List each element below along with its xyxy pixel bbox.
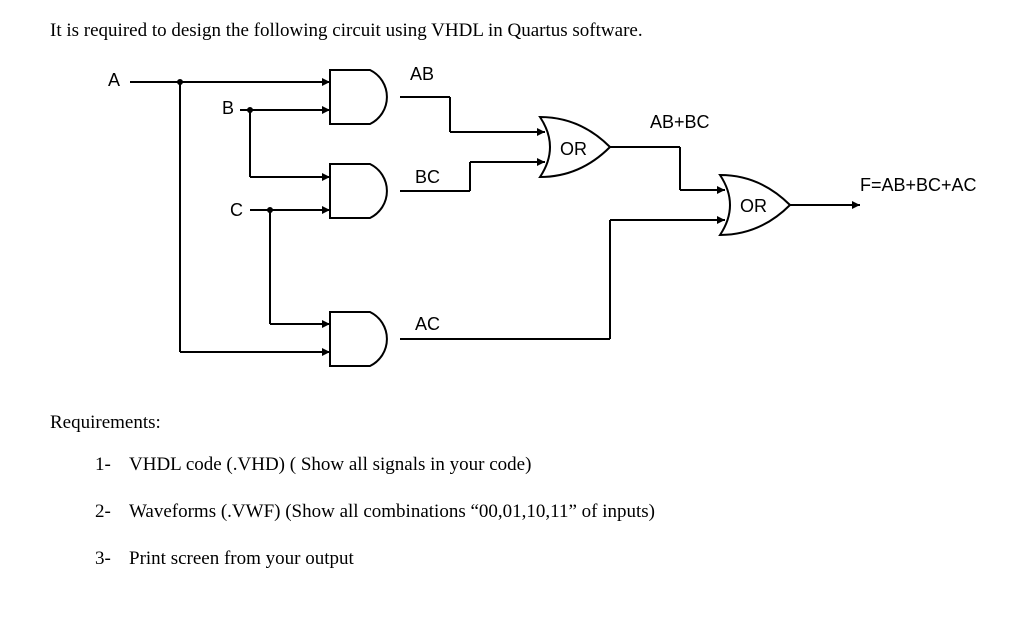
- label-input-a: A: [108, 70, 120, 91]
- req-number: 1-: [95, 454, 119, 476]
- label-input-c: C: [230, 200, 243, 221]
- requirements-list: 1- VHDL code (.VHD) ( Show all signals i…: [50, 454, 974, 570]
- label-signal-ac: AC: [415, 314, 440, 335]
- list-item: 3- Print screen from your output: [95, 548, 974, 570]
- label-signal-bc: BC: [415, 167, 440, 188]
- circuit-svg: [70, 62, 970, 392]
- label-output-f: F=AB+BC+AC: [860, 175, 977, 196]
- req-text: Waveforms (.VWF) (Show all combinations …: [129, 501, 974, 523]
- req-text: Print screen from your output: [129, 548, 974, 570]
- req-number: 2-: [95, 501, 119, 523]
- list-item: 1- VHDL code (.VHD) ( Show all signals i…: [95, 454, 974, 476]
- req-number: 3-: [95, 548, 119, 570]
- intro-text: It is required to design the following c…: [50, 20, 974, 42]
- list-item: 2- Waveforms (.VWF) (Show all combinatio…: [95, 501, 974, 523]
- label-gate-or2: OR: [740, 196, 767, 217]
- req-text: VHDL code (.VHD) ( Show all signals in y…: [129, 454, 974, 476]
- requirements-heading: Requirements:: [50, 412, 974, 434]
- label-gate-or1: OR: [560, 139, 587, 160]
- label-signal-ab: AB: [410, 64, 434, 85]
- label-signal-ab-plus-bc: AB+BC: [650, 112, 710, 133]
- circuit-diagram: A B C AB BC AC OR AB+BC OR F=AB+BC+AC: [70, 62, 970, 392]
- label-input-b: B: [222, 98, 234, 119]
